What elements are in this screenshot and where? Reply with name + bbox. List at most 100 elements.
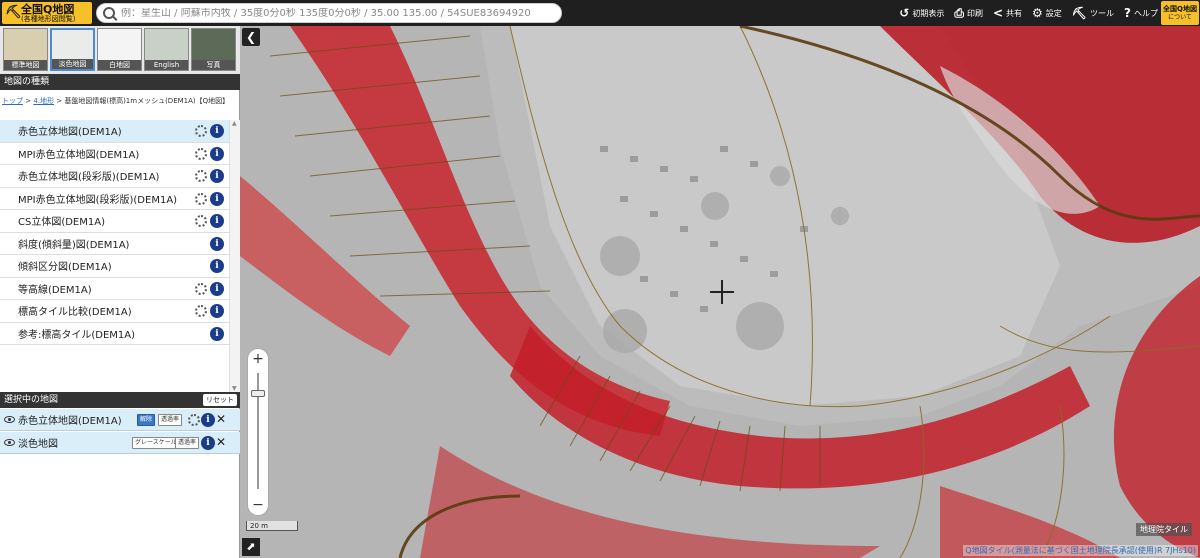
basemap-label: 標準地図 <box>4 60 47 70</box>
gear-icon[interactable] <box>195 192 207 205</box>
info-icon[interactable]: i <box>210 146 224 161</box>
basemap-thumbnail <box>145 29 188 62</box>
gear-icon[interactable] <box>195 305 207 317</box>
info-icon[interactable]: i <box>201 436 215 450</box>
gear-icon[interactable] <box>195 147 207 160</box>
info-icon[interactable]: i <box>210 326 224 341</box>
basemap-selector: 標準地図 淡色地図 白地図 English 写真 <box>0 26 240 74</box>
tool-button-0[interactable]: ↺ 初期表示 <box>899 6 944 20</box>
gear-icon[interactable] <box>195 170 207 182</box>
map-list-item[interactable]: 等高線(DEM1A) i <box>0 278 229 300</box>
expand-map-button[interactable]: ⬈ <box>242 538 260 556</box>
map-list-item[interactable]: 赤色立体地図(段彩版)(DEM1A) i <box>0 165 229 188</box>
map-list-scrollbar[interactable] <box>229 120 240 392</box>
map-view[interactable]: ❮ + − 20 m 地理院タイル Q地図タイル(測量法に基づく国土地理院長承認… <box>240 26 1200 558</box>
close-icon[interactable]: ✕ <box>216 412 226 426</box>
gear-icon[interactable] <box>195 282 207 295</box>
remove-button[interactable]: 解除 <box>137 414 156 426</box>
collapse-panel-button[interactable]: ❮ <box>242 28 260 46</box>
breadcrumb-terrain-link[interactable]: 4.地形 <box>33 97 54 105</box>
visibility-eye-icon[interactable] <box>4 439 15 446</box>
selected-map-row-0[interactable]: 赤色立体地図(DEM1A) 解除 透過率 i ✕ <box>0 409 240 431</box>
info-icon[interactable]: i <box>210 191 224 206</box>
map-list-item-label: 赤色立体地図(段彩版)(DEM1A) <box>18 172 160 184</box>
zoom-in-button[interactable]: + <box>248 351 268 367</box>
search-box <box>96 3 562 23</box>
info-icon[interactable]: i <box>210 259 224 273</box>
header: ⛏ 全国Q地図 (各種地形図閲覧) ↺初期表示 ⎙印刷 <共有 ⚙設定 ⛏ツール ?ヘルプ… <box>0 0 1200 26</box>
basemap-thumbnail <box>192 29 235 62</box>
tool-icon: ⛏ <box>1071 6 1088 20</box>
opacity-button[interactable]: 透過率 <box>158 414 183 426</box>
tool-button-3[interactable]: ⚙ 設定 <box>1032 6 1062 20</box>
map-list-item-label: 赤色立体地図(DEM1A) <box>18 127 122 139</box>
about-button[interactable]: 全国Q地図 について <box>1161 1 1199 25</box>
basemap-2[interactable]: 白地図 <box>97 28 142 71</box>
map-list-item-label: 参考:標高タイル(DEM1A) <box>18 329 136 341</box>
info-icon[interactable]: i <box>201 413 215 427</box>
selected-map-row-1[interactable]: 淡色地図 グレースケール 透過率 i ✕ <box>0 432 240 454</box>
info-icon[interactable]: i <box>210 281 224 296</box>
maptype-title: 地図の種類 <box>0 74 240 90</box>
basemap-3[interactable]: English <box>144 28 189 71</box>
info-icon[interactable]: i <box>210 214 224 228</box>
info-icon[interactable]: i <box>210 124 224 138</box>
search-input[interactable] <box>121 7 561 19</box>
visibility-eye-icon[interactable] <box>4 416 15 423</box>
selected-map-label: 淡色地図 <box>18 439 58 450</box>
zoom-out-button[interactable]: − <box>248 497 268 513</box>
basemap-4[interactable]: 写真 <box>191 28 236 71</box>
info-icon[interactable]: i <box>210 236 224 251</box>
tool-label: 共有 <box>1006 8 1023 18</box>
basemap-label: 白地図 <box>98 60 141 70</box>
logo-title: 全国Q地図 <box>21 2 75 16</box>
info-icon[interactable]: i <box>210 169 224 183</box>
map-list: 赤色立体地図(DEM1A) i MPI赤色立体地図(DEM1A) i 赤色立体地図(段彩… <box>0 120 229 345</box>
map-list-item-label: 斜度(傾斜量)図(DEM1A) <box>18 239 130 251</box>
tool-label: 設定 <box>1045 8 1062 18</box>
gear-icon[interactable] <box>188 414 200 426</box>
map-list-item-label: CS立体図(DEM1A) <box>18 217 105 229</box>
app-logo[interactable]: ⛏ 全国Q地図 (各種地形図閲覧) <box>2 2 92 24</box>
tool-button-2[interactable]: < 共有 <box>993 6 1022 20</box>
close-icon[interactable]: ✕ <box>216 435 226 449</box>
tool-button-1[interactable]: ⎙ 印刷 <box>954 6 983 21</box>
map-list-item[interactable]: 傾斜区分図(DEM1A) i <box>0 255 229 278</box>
breadcrumb: トップ > 4.地形 > 基盤地図情報(標高)1mメッシュ(DEM1A)【Q地図… <box>2 97 230 105</box>
tile-credit-link[interactable]: Q地図タイル(測量法に基づく国土地理院長承認(使用)R 7JHs10) <box>963 545 1198 556</box>
map-list-item-label: 傾斜区分図(DEM1A) <box>18 262 112 274</box>
tool-button-4[interactable]: ⛏ ツール <box>1072 6 1114 20</box>
map-list-item[interactable]: CS立体図(DEM1A) i <box>0 210 229 233</box>
map-list-item[interactable]: 斜度(傾斜量)図(DEM1A) i <box>0 233 229 255</box>
basemap-0[interactable]: 標準地図 <box>3 28 48 71</box>
map-list-item[interactable]: 参考:標高タイル(DEM1A) i <box>0 323 229 345</box>
logo-subtitle: (各種地形図閲覧) <box>21 14 76 23</box>
tool-button-5[interactable]: ? ヘルプ <box>1124 6 1158 20</box>
basemap-thumbnail <box>98 29 141 62</box>
map-list-item[interactable]: MPI赤色立体地図(段彩版)(DEM1A) i <box>0 188 229 210</box>
zoom-slider-handle[interactable] <box>251 389 265 397</box>
search-icon[interactable] <box>103 7 115 19</box>
map-list-item[interactable]: 標高タイル比較(DEM1A) i <box>0 300 229 323</box>
tool-label: 初期表示 <box>912 8 945 18</box>
tool-icon: ⎙ <box>954 5 964 20</box>
tool-icon: ⚙ <box>1032 6 1043 20</box>
map-list-item[interactable]: MPI赤色立体地図(DEM1A) i <box>0 143 229 165</box>
map-list-item[interactable]: 赤色立体地図(DEM1A) i <box>0 120 229 143</box>
breadcrumb-top-link[interactable]: トップ <box>2 97 23 105</box>
map-list-item-label: MPI赤色立体地図(DEM1A) <box>18 149 140 161</box>
tile-attribution[interactable]: 地理院タイル <box>1136 523 1192 536</box>
left-panel: 標準地図 淡色地図 白地図 English 写真 地図の種類 トップ > 4.地形 > … <box>0 26 240 558</box>
reset-button[interactable]: リセット <box>203 394 237 406</box>
info-icon[interactable]: i <box>210 304 224 318</box>
tool-icon: < <box>992 6 1004 20</box>
basemap-1[interactable]: 淡色地図 <box>50 28 95 71</box>
grayscale-button[interactable]: グレースケール <box>132 437 180 449</box>
map-list-item-label: 等高線(DEM1A) <box>18 284 92 296</box>
opacity-button[interactable]: 透過率 <box>175 437 200 449</box>
tool-icon: ? <box>1124 6 1131 20</box>
selected-map-label: 赤色立体地図(DEM1A) <box>18 416 122 427</box>
gear-icon[interactable] <box>195 125 207 137</box>
map-list-item-label: MPI赤色立体地図(段彩版)(DEM1A) <box>18 194 178 206</box>
gear-icon[interactable] <box>195 215 207 227</box>
